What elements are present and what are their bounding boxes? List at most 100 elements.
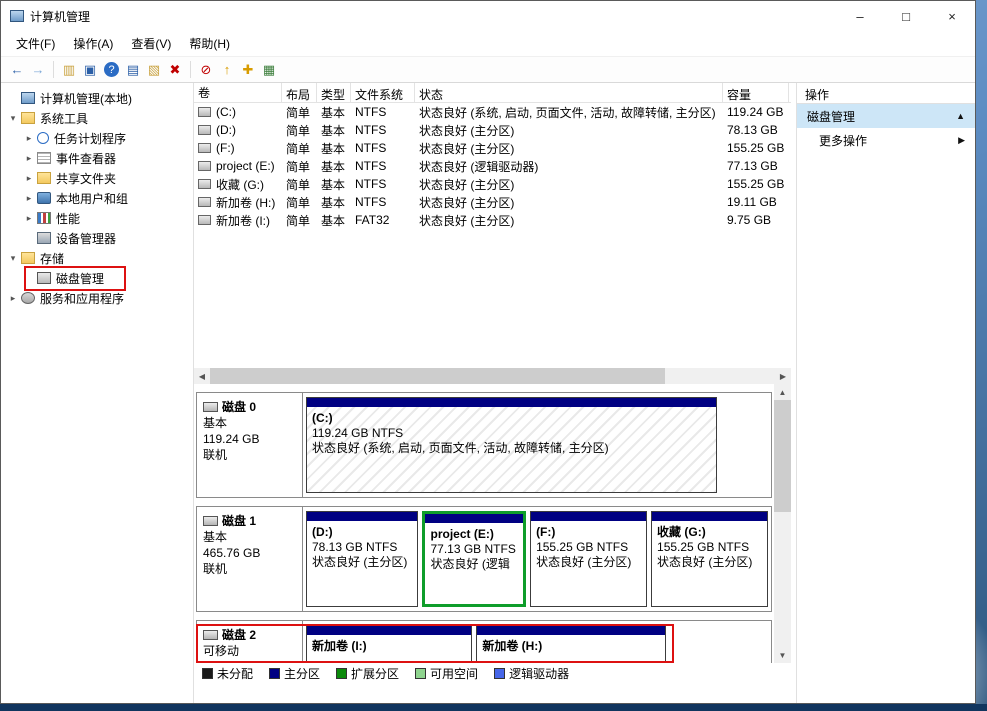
disk-2-info[interactable]: 磁盘 2 可移动 bbox=[197, 621, 303, 663]
tree-item-label: 设备管理器 bbox=[56, 230, 116, 247]
volume-row-i[interactable]: 新加卷 (I:) 简单 基本 FAT32 状态良好 (主分区) 9.75 GB bbox=[194, 211, 791, 229]
expander-icon[interactable]: ▸ bbox=[23, 153, 35, 164]
scrollbar-thumb[interactable] bbox=[210, 368, 665, 384]
console-tree-icon[interactable]: ▥ bbox=[59, 60, 79, 80]
partition-f[interactable]: (F:) 155.25 GB NTFS 状态良好 (主分区) bbox=[530, 511, 647, 607]
tree-item-storage[interactable]: ▾ 存储 bbox=[1, 248, 193, 268]
grid-icon[interactable]: ▦ bbox=[259, 60, 279, 80]
expander-icon[interactable]: ▸ bbox=[23, 193, 35, 204]
scrollbar-thumb[interactable] bbox=[774, 400, 791, 512]
main-area: 计算机管理(本地) ▾ 系统工具 ▸ 任务计划程序 ▸ 事件查看器 bbox=[1, 83, 975, 703]
export-icon[interactable]: ▧ bbox=[144, 60, 164, 80]
services-icon bbox=[21, 292, 35, 304]
volume-row-g[interactable]: 收藏 (G:) 简单 基本 NTFS 状态良好 (主分区) 155.25 GB bbox=[194, 175, 791, 193]
tree-item-local-users-groups[interactable]: ▸ 本地用户和组 bbox=[1, 188, 193, 208]
tree-item-shared-folders[interactable]: ▸ 共享文件夹 bbox=[1, 168, 193, 188]
tree-item-event-viewer[interactable]: ▸ 事件查看器 bbox=[1, 148, 193, 168]
menu-action[interactable]: 操作(A) bbox=[64, 31, 122, 56]
tree-item-computer-management[interactable]: 计算机管理(本地) bbox=[1, 88, 193, 108]
expander-icon[interactable]: ▾ bbox=[7, 253, 19, 264]
disk-0-info[interactable]: 磁盘 0 基本 119.24 GB 联机 bbox=[197, 393, 303, 497]
no-entry-icon[interactable]: ⊘ bbox=[196, 60, 216, 80]
partition-h[interactable]: 新加卷 (H:) bbox=[476, 625, 665, 663]
volume-row-h[interactable]: 新加卷 (H:) 简单 基本 NTFS 状态良好 (主分区) 19.11 GB bbox=[194, 193, 791, 211]
partition-c[interactable]: (C:) 119.24 GB NTFS 状态良好 (系统, 启动, 页面文件, … bbox=[306, 397, 717, 493]
disk-size: 119.24 GB bbox=[203, 431, 296, 447]
vertical-scrollbar[interactable]: ▲ ▼ bbox=[774, 384, 791, 663]
tree-item-device-manager[interactable]: 设备管理器 bbox=[1, 228, 193, 248]
column-status[interactable]: 状态 bbox=[415, 83, 723, 102]
disk-icon bbox=[203, 630, 218, 640]
disk-1-info[interactable]: 磁盘 1 基本 465.76 GB 联机 bbox=[197, 507, 303, 611]
actions-disk-management[interactable]: 磁盘管理 ▲ bbox=[797, 104, 975, 128]
volume-row-f[interactable]: (F:) 简单 基本 NTFS 状态良好 (主分区) 155.25 GB bbox=[194, 139, 791, 157]
tree-item-system-tools[interactable]: ▾ 系统工具 bbox=[1, 108, 193, 128]
volume-row-d[interactable]: (D:) 简单 基本 NTFS 状态良好 (主分区) 78.13 GB bbox=[194, 121, 791, 139]
column-volume[interactable]: 卷 bbox=[194, 83, 282, 102]
tree-item-label: 磁盘管理 bbox=[56, 270, 104, 287]
list-icon[interactable]: ▤ bbox=[123, 60, 143, 80]
forward-icon[interactable]: → bbox=[28, 60, 48, 80]
computer-management-window: 计算机管理 – □ × 文件(F) 操作(A) 查看(V) 帮助(H) ← → … bbox=[0, 0, 976, 704]
new-volume-icon[interactable]: ✚ bbox=[238, 60, 258, 80]
back-icon[interactable]: ← bbox=[7, 60, 27, 80]
submenu-arrow-icon[interactable]: ▶ bbox=[958, 135, 965, 146]
column-filesystem[interactable]: 文件系统 bbox=[351, 83, 415, 102]
help-icon[interactable]: ? bbox=[104, 62, 119, 77]
tree-item-disk-management[interactable]: 磁盘管理 bbox=[1, 268, 193, 288]
partition-label: (C:) bbox=[312, 411, 711, 426]
up-arrow-icon[interactable]: ↑ bbox=[217, 60, 237, 80]
partition-d[interactable]: (D:) 78.13 GB NTFS 状态良好 (主分区) bbox=[306, 511, 418, 607]
tree-item-services-applications[interactable]: ▸ 服务和应用程序 bbox=[1, 288, 193, 308]
collapse-icon[interactable]: ▲ bbox=[956, 111, 965, 121]
tree-item-label: 任务计划程序 bbox=[54, 130, 126, 147]
volume-row-e[interactable]: project (E:) 简单 基本 NTFS 状态良好 (逻辑驱动器) 77.… bbox=[194, 157, 791, 175]
expander-icon[interactable]: ▸ bbox=[23, 213, 35, 224]
column-type[interactable]: 类型 bbox=[317, 83, 351, 102]
toolbar-separator bbox=[190, 61, 191, 78]
menu-view[interactable]: 查看(V) bbox=[122, 31, 180, 56]
expander-icon[interactable]: ▾ bbox=[7, 113, 19, 124]
scroll-up-icon[interactable]: ▲ bbox=[775, 384, 791, 400]
properties-icon[interactable]: ▣ bbox=[80, 60, 100, 80]
partition-e-selected[interactable]: project (E:) 77.13 GB NTFS 状态良好 (逻辑 bbox=[422, 511, 526, 607]
expander-icon[interactable]: ▸ bbox=[7, 293, 19, 304]
partition-header bbox=[307, 398, 716, 407]
column-layout[interactable]: 布局 bbox=[282, 83, 317, 102]
horizontal-scrollbar[interactable]: ◀ ▶ bbox=[194, 368, 791, 384]
partition-label: 新加卷 (H:) bbox=[482, 639, 659, 654]
maximize-button[interactable]: □ bbox=[883, 1, 929, 31]
volume-filesystem: NTFS bbox=[351, 177, 415, 191]
expander-icon[interactable]: ▸ bbox=[23, 173, 35, 184]
actions-more-actions[interactable]: 更多操作 ▶ bbox=[797, 128, 975, 152]
actions-pane: 操作 磁盘管理 ▲ 更多操作 ▶ bbox=[796, 83, 975, 703]
menu-help[interactable]: 帮助(H) bbox=[180, 31, 239, 56]
tree-item-label: 计算机管理(本地) bbox=[40, 90, 132, 107]
actions-title: 操作 bbox=[797, 83, 975, 104]
legend-label: 未分配 bbox=[217, 665, 253, 682]
partition-i[interactable]: 新加卷 (I:) bbox=[306, 625, 472, 663]
legend-swatch bbox=[494, 668, 505, 679]
tree-item-performance[interactable]: ▸ 性能 bbox=[1, 208, 193, 228]
volume-name: 新加卷 (I:) bbox=[216, 212, 270, 229]
partition-g[interactable]: 收藏 (G:) 155.25 GB NTFS 状态良好 (主分区) bbox=[651, 511, 768, 607]
performance-icon bbox=[37, 212, 51, 224]
menu-file[interactable]: 文件(F) bbox=[7, 31, 64, 56]
disk-size: 465.76 GB bbox=[203, 545, 296, 561]
delete-icon[interactable]: ✖ bbox=[165, 60, 185, 80]
scroll-right-icon[interactable]: ▶ bbox=[775, 368, 791, 384]
volume-status: 状态良好 (主分区) bbox=[415, 194, 723, 211]
scroll-down-icon[interactable]: ▼ bbox=[775, 647, 791, 663]
scroll-left-icon[interactable]: ◀ bbox=[194, 368, 210, 384]
tree-item-label: 系统工具 bbox=[40, 110, 88, 127]
volume-row-c[interactable]: (C:) 简单 基本 NTFS 状态良好 (系统, 启动, 页面文件, 活动, … bbox=[194, 103, 791, 121]
menu-bar: 文件(F) 操作(A) 查看(V) 帮助(H) bbox=[1, 31, 975, 56]
minimize-button[interactable]: – bbox=[837, 1, 883, 31]
tree-item-label: 存储 bbox=[40, 250, 64, 267]
window-title: 计算机管理 bbox=[30, 8, 90, 25]
expander-icon[interactable]: ▸ bbox=[23, 133, 35, 144]
column-capacity[interactable]: 容量 bbox=[723, 83, 789, 102]
tree-item-task-scheduler[interactable]: ▸ 任务计划程序 bbox=[1, 128, 193, 148]
title-bar: 计算机管理 – □ × bbox=[1, 1, 975, 31]
close-button[interactable]: × bbox=[929, 1, 975, 31]
